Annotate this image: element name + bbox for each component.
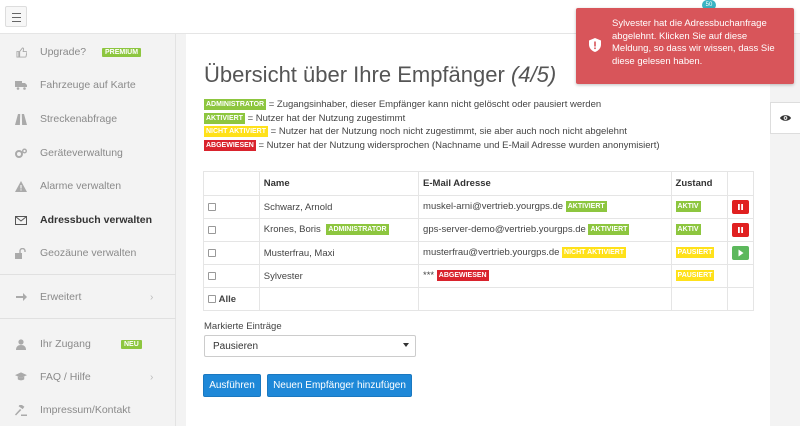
sidebar-item-geozaeune[interactable]: Geozäune verwalten	[0, 238, 176, 268]
sidebar-item-streckenabfrage[interactable]: Streckenabfrage	[0, 104, 176, 134]
column-header-zustand[interactable]: Zustand	[670, 171, 728, 196]
user-icon	[15, 338, 27, 350]
thumbs-up-icon	[15, 46, 27, 58]
chevron-right-icon: ›	[150, 291, 154, 303]
toggle-view-button[interactable]	[770, 102, 800, 134]
row-checkbox[interactable]	[208, 225, 216, 234]
recipients-table: Name E-Mail Adresse Zustand Schwarz, Arn…	[203, 171, 755, 311]
table-row: Musterfrau, Maxi musterfrau@vertrieb.you…	[203, 241, 755, 265]
sidebar-item-upgrade[interactable]: Upgrade? PREMIUM	[0, 37, 176, 67]
state-badge: AKTIV	[675, 224, 701, 236]
new-badge: NEU	[121, 339, 142, 349]
execute-button[interactable]: Ausführen	[203, 374, 261, 397]
column-header-name[interactable]: Name	[258, 171, 420, 196]
sidebar: Upgrade? PREMIUM Fahrzeuge auf Karte Str…	[0, 34, 176, 426]
sidebar-item-geraeteverwaltung[interactable]: Geräteverwaltung	[0, 138, 176, 168]
arrow-right-icon	[15, 291, 27, 303]
recipient-email: ***	[423, 270, 435, 282]
play-button[interactable]	[731, 246, 749, 260]
gears-icon	[15, 147, 27, 159]
state-badge: AKTIV	[675, 201, 701, 213]
select-all-checkbox[interactable]	[208, 294, 216, 303]
state-badge: PAUSIERT	[675, 247, 715, 259]
graduation-cap-icon	[15, 371, 27, 383]
toast-message: Sylvester hat die Adressbuchanfrage abge…	[612, 18, 775, 67]
table-row: Krones, Boris ADMINISTRATOR gps-server-d…	[203, 218, 755, 242]
abgewiesen-tag: ABGEWIESEN	[204, 140, 256, 151]
administrator-tag: ADMINISTRATOR	[326, 224, 389, 236]
main-content: Übersicht über Ihre Empfänger (4/5) ADMI…	[186, 34, 770, 426]
warning-icon	[15, 180, 27, 192]
row-checkbox[interactable]	[208, 202, 216, 211]
nicht-aktiviert-tag: NICHT AKTIVIERT	[204, 126, 269, 137]
sidebar-item-erweitert[interactable]: Erweitert ›	[0, 282, 176, 312]
recipient-name: Musterfrau, Maxi	[263, 247, 335, 259]
pause-button[interactable]	[731, 223, 749, 237]
page-title: Übersicht über Ihre Empfänger (4/5)	[204, 62, 557, 87]
chevron-right-icon: ›	[150, 371, 154, 383]
sidebar-item-impressum[interactable]: Impressum/Kontakt	[0, 395, 176, 425]
recipient-email: muskel-arni@vertrieb.yourgps.de	[423, 201, 564, 213]
sidebar-item-faq[interactable]: FAQ / Hilfe ›	[0, 362, 176, 392]
premium-badge: PREMIUM	[102, 47, 142, 57]
play-icon	[738, 249, 744, 257]
pause-button[interactable]	[731, 200, 749, 214]
pause-icon	[737, 227, 743, 233]
legend-abgewiesen: ABGEWIESEN = Nutzer hat der Nutzung wide…	[204, 140, 660, 152]
table-row: Sylvester *** ABGEWIESEN PAUSIERT	[203, 264, 755, 288]
state-badge: PAUSIERT	[675, 270, 715, 282]
marked-entries-label: Markierte Einträge	[204, 321, 282, 332]
envelope-icon	[15, 214, 27, 226]
gavel-icon	[15, 404, 27, 416]
unlock-icon	[15, 247, 27, 259]
legend-nicht-aktiviert: NICHT AKTIVIERT = Nutzer hat der Nutzung…	[204, 126, 627, 138]
email-status-tag: AKTIVIERT	[588, 224, 630, 236]
sidebar-item-alarme[interactable]: Alarme verwalten	[0, 171, 176, 201]
select-all-row: Alle	[203, 287, 755, 311]
hamburger-icon	[12, 13, 21, 14]
recipient-name: Krones, Boris	[263, 224, 321, 236]
sidebar-item-fahrzeuge[interactable]: Fahrzeuge auf Karte	[0, 70, 176, 100]
notification-toast[interactable]: Sylvester hat die Adressbuchanfrage abge…	[576, 8, 794, 84]
column-header-email[interactable]: E-Mail Adresse	[418, 171, 672, 196]
legend-aktiviert: AKTIVIERT = Nutzer hat der Nutzung zuges…	[204, 113, 406, 125]
legend-administrator: ADMINISTRATOR = Zugangsinhaber, dieser E…	[204, 99, 602, 111]
hamburger-menu-button[interactable]	[5, 6, 27, 27]
caret-down-icon	[403, 343, 409, 347]
sidebar-item-adressbuch[interactable]: Adressbuch verwalten	[0, 205, 176, 235]
eye-icon	[780, 115, 791, 121]
recipient-email: gps-server-demo@vertrieb.yourgps.de	[423, 224, 586, 236]
aktiviert-tag: AKTIVIERT	[204, 113, 245, 124]
table-header-row: Name E-Mail Adresse Zustand	[203, 171, 755, 196]
marked-entries-select[interactable]: Pausieren	[204, 335, 416, 357]
administrator-tag: ADMINISTRATOR	[204, 99, 267, 110]
select-all-label: Alle	[218, 293, 237, 305]
recipient-email: musterfrau@vertrieb.yourgps.de	[423, 247, 560, 259]
pause-icon	[737, 204, 743, 210]
right-strip	[770, 34, 800, 426]
sidebar-item-ihr-zugang[interactable]: Ihr Zugang NEU	[0, 329, 176, 359]
table-row: Schwarz, Arnold muskel-arni@vertrieb.you…	[203, 195, 755, 219]
email-status-tag: NICHT AKTIVIERT	[562, 247, 627, 259]
row-checkbox[interactable]	[208, 248, 216, 257]
recipient-name: Schwarz, Arnold	[263, 201, 333, 213]
shield-alert-icon	[588, 38, 602, 52]
add-recipient-button[interactable]: Neuen Empfänger hinzufügen	[267, 374, 412, 397]
row-checkbox[interactable]	[208, 271, 216, 280]
email-status-tag: ABGEWIESEN	[436, 270, 489, 282]
truck-icon	[15, 79, 27, 91]
recipient-name: Sylvester	[263, 270, 303, 282]
road-icon	[15, 113, 27, 125]
email-status-tag: AKTIVIERT	[565, 201, 607, 213]
